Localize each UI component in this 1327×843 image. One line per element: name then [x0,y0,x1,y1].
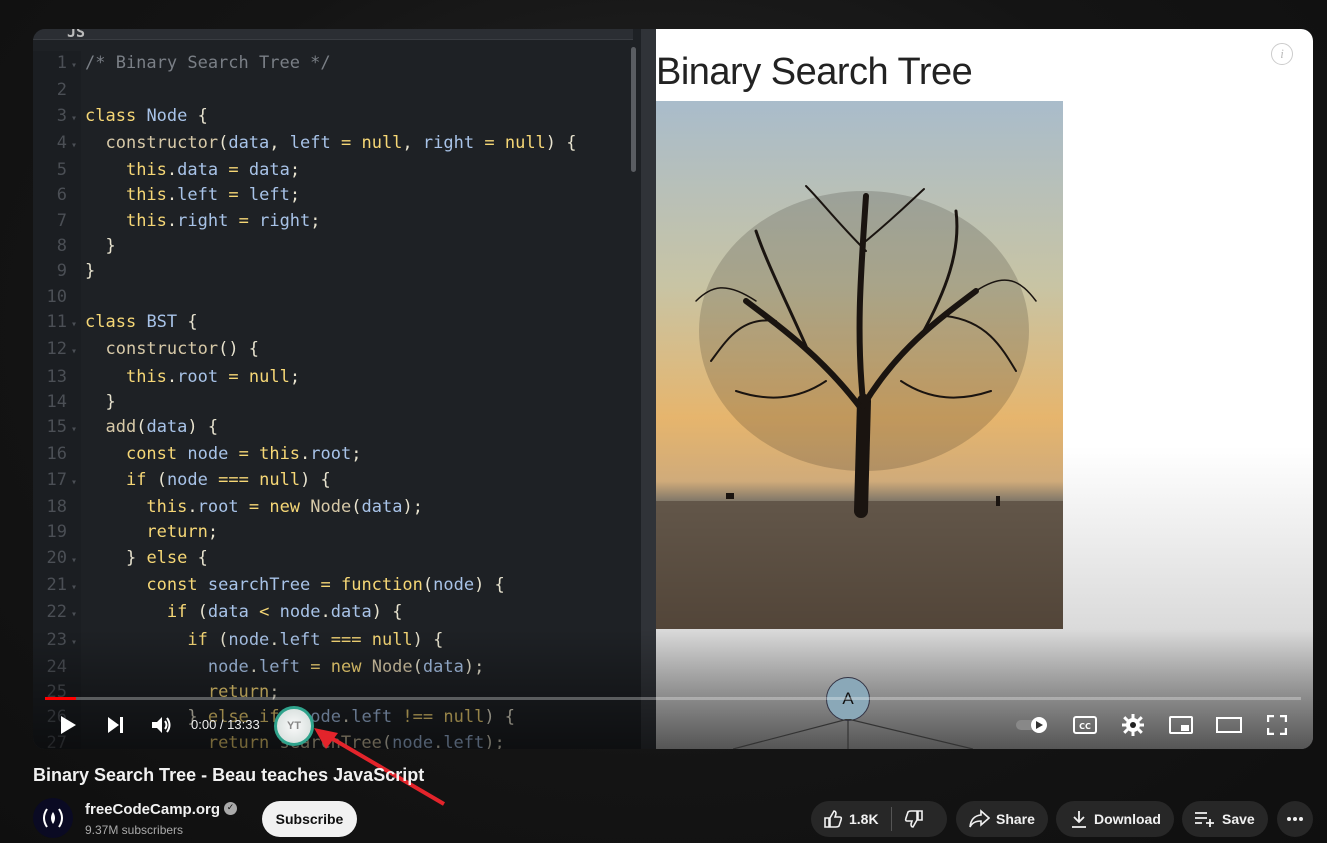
code-line: 16 const node = this.root; [46,444,362,465]
share-button[interactable]: Share [956,801,1048,837]
fullscreen-icon [1267,715,1287,735]
svg-text:CC: CC [1079,722,1091,731]
code-line: 21 ▾ const searchTree = function(node) { [46,574,505,595]
code-line: 5 this.data = data; [56,160,301,181]
code-line: 20 ▾ } else { [46,547,208,568]
playlist-add-icon [1195,812,1214,827]
cursor-highlight: YT [274,706,314,746]
settings-button[interactable] [1113,705,1153,745]
verified-icon: ✓ [224,802,237,815]
code-line: 6 this.left = left; [56,185,301,206]
editor-tab-label: JS [67,29,86,41]
tree-photo [656,101,1063,629]
more-actions-button[interactable] [1277,801,1313,837]
subscribe-button[interactable]: Subscribe [262,801,357,837]
code-line: 19 return; [46,522,219,543]
save-button[interactable]: Save [1182,801,1268,837]
volume-button[interactable] [147,705,177,745]
code-line: 14 } [46,391,116,412]
time-separator: / [216,717,228,732]
download-label: Download [1094,811,1161,827]
save-label: Save [1222,811,1255,827]
code-line: 9} [56,261,96,282]
time-current: 0:00 [191,717,217,732]
code-line: 10 [46,286,67,307]
code-line: 2 [56,80,67,101]
thumbs-up-icon [824,810,843,828]
miniplayer-icon [1169,716,1193,734]
video-player[interactable]: JS 1 ▾/* Binary Search Tree */ 2 3 ▾ class No… [33,29,1313,749]
like-count: 1.8K [849,811,879,827]
like-button[interactable]: 1.8K [823,809,879,829]
subscriber-count: 9.37M subscribers [85,823,184,837]
code-line: 7 this.right = right; [56,210,321,231]
info-icon[interactable]: i [1271,43,1293,65]
slide-title: Binary Search Tree [656,51,973,93]
editor-scrollbar [631,47,636,172]
theater-icon [1216,717,1242,733]
theater-mode-button[interactable] [1209,705,1249,745]
autoplay-toggle[interactable] [1013,705,1053,745]
more-horizontal-icon [1287,817,1303,821]
code-line: 13 this.root = null; [46,366,301,387]
channel-avatar[interactable] [33,798,73,838]
share-icon [969,809,990,828]
dislike-button[interactable] [904,809,924,829]
share-label: Share [996,811,1035,827]
volume-icon [152,717,171,733]
code-line: 11 ▾ class BST { [46,311,198,332]
download-icon [1072,811,1086,828]
play-icon [61,716,76,734]
code-line: 12 ▾ constructor() { [46,339,260,360]
like-dislike-group: 1.8K [811,801,947,837]
code-line: 4 ▾ constructor(data, left = null, right … [56,132,577,153]
tree-illustration [656,101,1063,629]
autoplay-icon [1016,717,1047,733]
channel-name[interactable]: freeCodeCamp.org [85,801,220,818]
time-total: 13:33 [227,717,260,732]
code-line: 22 ▾ if (data < node.data) { [46,602,403,623]
video-title: Binary Search Tree - Beau teaches JavaSc… [33,765,425,785]
code-line: 17 ▾ if (node === null) { [46,469,331,490]
gear-icon [1122,714,1144,736]
like-divider [890,807,892,831]
code-line: 8 } [56,236,116,257]
code-line: 18 this.root = new Node(data); [46,497,423,518]
thumbs-down-icon [904,810,923,828]
download-button[interactable]: Download [1056,801,1174,837]
code-line: 15 ▾ add(data) { [46,417,219,438]
code-line: 1 ▾/* Binary Search Tree */ [56,53,331,73]
fcc-logo-icon [43,808,63,828]
captions-button[interactable]: CC [1065,705,1105,745]
play-button[interactable] [53,705,83,745]
next-icon [108,717,123,733]
code-line: 3 ▾ class Node { [56,105,208,126]
player-controls: 0:00 / 13:33 CC [33,705,1313,745]
progress-bar[interactable] [45,697,1301,700]
next-button[interactable] [101,705,131,745]
progress-fill [45,697,77,700]
time-display: 0:00 / 13:33 [191,717,260,732]
miniplayer-button[interactable] [1161,705,1201,745]
cc-icon: CC [1073,716,1097,734]
fullscreen-button[interactable] [1257,705,1297,745]
editor-tab: JS [33,29,633,41]
